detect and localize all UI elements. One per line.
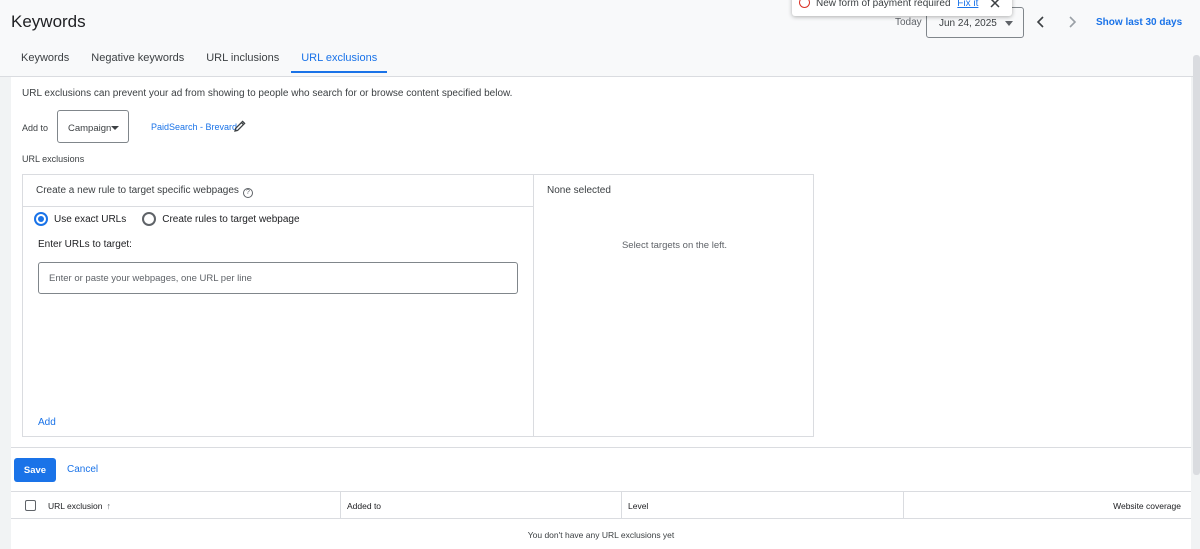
payment-notification: New form of payment required Fix it <box>792 0 1012 16</box>
add-button[interactable]: Add <box>38 417 56 428</box>
tab-bar: Keywords Negative keywords URL inclusion… <box>11 52 389 73</box>
selected-targets-empty: Select targets on the left. <box>621 240 728 251</box>
url-rule-panel: Create a new rule to target specific web… <box>22 174 814 437</box>
fix-it-link[interactable]: Fix it <box>957 0 978 9</box>
radio-use-exact-urls[interactable] <box>34 212 48 226</box>
page-header: Keywords Keywords Negative keywords URL … <box>0 0 1200 77</box>
tab-keywords[interactable]: Keywords <box>11 52 79 73</box>
error-icon <box>799 0 810 8</box>
chevron-left-icon[interactable] <box>1032 13 1050 31</box>
tab-negative-keywords[interactable]: Negative keywords <box>81 52 194 73</box>
help-icon[interactable]: ? <box>242 188 253 198</box>
selected-targets-header: None selected <box>547 185 611 196</box>
edit-pencil-icon[interactable] <box>233 119 247 133</box>
column-separator <box>340 492 341 519</box>
enter-urls-label: Enter URLs to target: <box>38 239 132 250</box>
cancel-button[interactable]: Cancel <box>67 464 98 475</box>
page-scrollbar[interactable] <box>1193 55 1200 475</box>
show-last-30-days-link[interactable]: Show last 30 days <box>1096 17 1182 28</box>
chevron-right-icon[interactable] <box>1063 13 1081 31</box>
save-button[interactable]: Save <box>14 458 56 482</box>
main-content: URL exclusions can prevent your ad from … <box>11 77 1191 549</box>
column-url-exclusion[interactable]: URL exclusion ↑ <box>48 501 111 511</box>
select-all-checkbox[interactable] <box>25 500 36 511</box>
tab-url-inclusions[interactable]: URL inclusions <box>196 52 289 73</box>
intro-text: URL exclusions can prevent your ad from … <box>22 88 513 99</box>
url-input[interactable] <box>38 262 518 294</box>
notification-text: New form of payment required <box>816 0 951 9</box>
page-title: Keywords <box>11 12 86 31</box>
column-website-coverage[interactable]: Website coverage <box>1113 501 1181 511</box>
caret-down-icon <box>1005 21 1013 26</box>
column-url-exclusion-label: URL exclusion <box>48 501 103 511</box>
column-level[interactable]: Level <box>628 501 648 511</box>
target-type-radio-group: Use exact URLs Create rules to target we… <box>34 212 300 226</box>
divider <box>11 447 1191 448</box>
exclusions-table-header: URL exclusion ↑ Added to Level Website co… <box>11 491 1191 519</box>
notification-message: New form of payment required Fix it <box>816 0 978 9</box>
add-to-label: Add to <box>22 123 49 133</box>
rule-editor-header: Create a new rule to target specific web… <box>23 175 533 207</box>
campaign-name-link[interactable]: PaidSearch - Brevard <box>151 122 237 132</box>
section-label: URL exclusions <box>22 154 85 164</box>
radio-use-exact-urls-label[interactable]: Use exact URLs <box>54 214 126 225</box>
radio-create-rules-label[interactable]: Create rules to target webpage <box>162 214 299 225</box>
sort-ascending-icon[interactable]: ↑ <box>107 501 112 511</box>
date-value: Jun 24, 2025 <box>939 18 997 29</box>
column-separator <box>621 492 622 519</box>
today-label: Today <box>895 17 922 28</box>
level-dropdown[interactable]: Campaign <box>57 110 129 143</box>
rule-editor: Create a new rule to target specific web… <box>23 175 534 436</box>
table-empty-message: You don't have any URL exclusions yet <box>527 530 675 540</box>
caret-down-icon <box>111 126 119 130</box>
radio-create-rules[interactable] <box>142 212 157 226</box>
column-separator <box>903 492 904 519</box>
rule-editor-title-text: Create a new rule to target specific web… <box>36 185 239 196</box>
level-dropdown-value: Campaign <box>68 123 112 134</box>
close-icon[interactable] <box>988 0 1002 10</box>
tab-url-exclusions[interactable]: URL exclusions <box>291 52 388 73</box>
column-added-to[interactable]: Added to <box>347 501 381 511</box>
rule-editor-title: Create a new rule to target specific web… <box>36 185 253 198</box>
